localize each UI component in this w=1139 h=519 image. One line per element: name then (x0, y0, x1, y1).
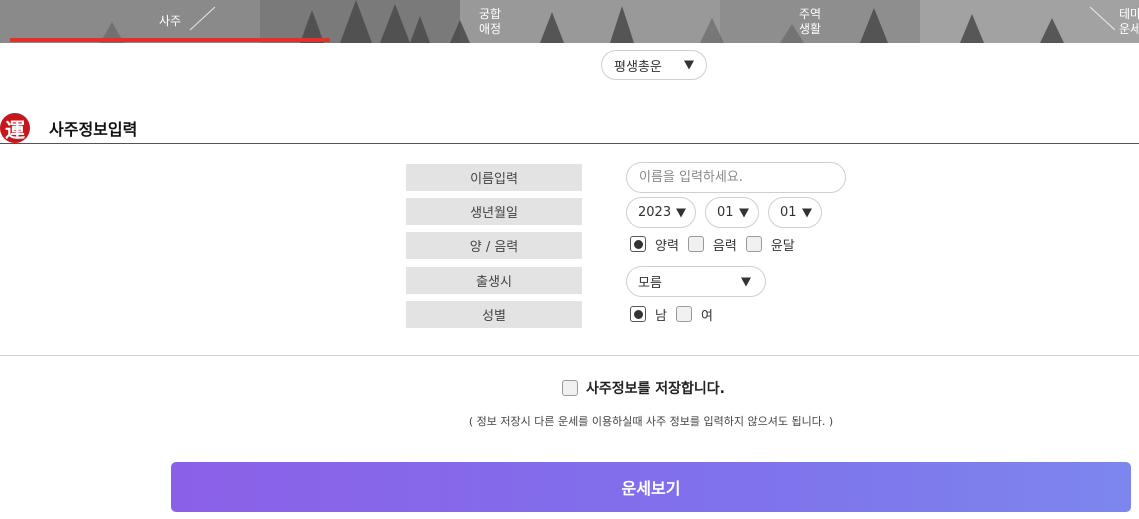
birth-year-value: 2023 (638, 205, 672, 220)
nav-tab-tema[interactable]: 테마 운세 (1100, 0, 1139, 43)
gender-option-label: 남 (655, 308, 667, 324)
birth-time-label: 출생시 (406, 267, 582, 294)
nav-tab-gunghap[interactable]: 궁합 애정 (330, 0, 650, 43)
calendar-option-lunar[interactable]: 음력 (687, 235, 737, 254)
un-seal-icon: 運 (0, 113, 30, 143)
birth-month-value: 01 (717, 205, 734, 220)
nav-tab-label: 운세 (1119, 21, 1139, 36)
dropdown-arrow-icon (741, 277, 751, 286)
nav-tab-saju[interactable]: 사주 (10, 0, 330, 43)
calendar-type-options: 양력 음력 윤달 (630, 235, 804, 254)
nav-tab-label: 주역 (798, 6, 822, 21)
view-fortune-button[interactable]: 운세보기 (171, 462, 1131, 512)
name-input[interactable] (626, 162, 846, 193)
nav-tab-label: 애정 (478, 21, 502, 36)
birth-day-value: 01 (780, 205, 797, 220)
nav-tab-label: 생활 (798, 21, 822, 36)
checkbox-icon[interactable] (562, 380, 578, 396)
dropdown-arrow-icon (739, 208, 749, 217)
save-info-note: ( 정보 저장시 다른 운세를 이용하실때 사주 정보를 입력하지 않으셔도 됩… (468, 415, 834, 428)
gender-option-label: 여 (700, 308, 713, 324)
birth-day-select[interactable]: 01 (768, 197, 822, 228)
birthdate-label: 생년월일 (406, 198, 582, 225)
gender-option-male[interactable]: 남 (630, 305, 667, 324)
nav-tab-label: 사주 (158, 14, 182, 28)
nav-tab-label: 궁합 (478, 6, 502, 21)
nav-tab-label: 테마 (1119, 6, 1139, 21)
save-info-label: 사주정보를 저장합니다. (586, 381, 725, 397)
section-title: 사주정보입력 (49, 120, 138, 139)
gender-option-female[interactable]: 여 (675, 305, 713, 324)
active-tab-indicator (10, 38, 330, 42)
checkbox-icon[interactable] (675, 306, 692, 322)
top-nav-banner: 사주 궁합 애정 주역 생활 테마 운세 (0, 0, 1139, 43)
calendar-option-label: 양력 (655, 238, 679, 254)
dropdown-arrow-icon (684, 60, 694, 70)
birth-year-select[interactable]: 2023 (626, 197, 696, 228)
gender-options: 남 여 (630, 305, 722, 324)
fortune-type-value: 평생총운 (614, 59, 662, 75)
checkbox-icon[interactable] (745, 236, 762, 252)
checkbox-checked-icon[interactable] (630, 236, 646, 252)
section-header: 運 사주정보입력 (0, 112, 1139, 144)
checkbox-icon[interactable] (687, 236, 704, 252)
checkbox-checked-icon[interactable] (630, 306, 646, 322)
name-label: 이름입력 (406, 164, 582, 191)
calendar-option-label: 윤달 (770, 238, 795, 254)
dropdown-arrow-icon (676, 208, 686, 217)
save-info-checkbox-row[interactable]: 사주정보를 저장합니다. (562, 378, 725, 398)
birth-time-value: 모름 (638, 276, 662, 291)
birth-month-select[interactable]: 01 (705, 197, 759, 228)
calendar-option-leap[interactable]: 윤달 (745, 235, 795, 254)
gender-label: 성별 (406, 301, 582, 328)
form-divider (0, 355, 1139, 356)
birth-time-select[interactable]: 모름 (626, 266, 766, 297)
calendar-option-label: 음력 (712, 238, 737, 254)
dropdown-arrow-icon (802, 208, 812, 217)
calendar-option-solar[interactable]: 양력 (630, 235, 679, 254)
fortune-type-select[interactable]: 평생총운 (601, 50, 707, 80)
calendar-type-label: 양 / 음력 (406, 232, 582, 259)
nav-tab-juyeok[interactable]: 주역 생활 (650, 0, 970, 43)
